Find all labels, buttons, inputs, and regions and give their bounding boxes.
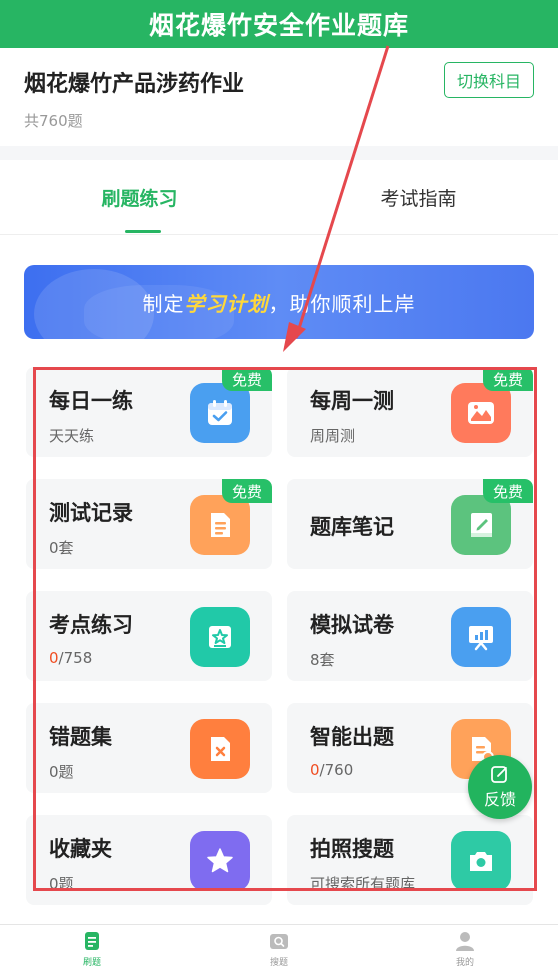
switch-subject-button[interactable]: 切换科目 (444, 62, 534, 98)
nav-label: 搜题 (269, 958, 288, 968)
free-badge: 免费 (222, 367, 272, 391)
feedback-label: 反馈 (483, 790, 516, 809)
card-title: 拍照搜题 (310, 837, 394, 861)
card-title: 模拟试卷 (310, 613, 394, 637)
notebook-pen-icon (451, 495, 511, 555)
card-wrong-questions[interactable]: 错题集 0题 (26, 703, 272, 793)
active-tab-indicator (125, 230, 161, 233)
card-mock-exam[interactable]: 模拟试卷 8套 (287, 591, 533, 681)
free-badge: 免费 (483, 479, 533, 503)
card-title: 错题集 (49, 725, 112, 749)
card-favorites[interactable]: 收藏夹 0题 (26, 815, 272, 905)
user-icon (456, 932, 474, 951)
landscape-chart-icon (451, 383, 511, 443)
card-title: 每周一测 (310, 389, 394, 413)
study-plan-text: 制定学习计划，助你顺利上岸 (142, 291, 416, 316)
card-subtitle: 天天练 (49, 427, 95, 445)
card-subtitle: 0题 (49, 875, 74, 893)
calendar-check-icon (190, 383, 250, 443)
card-title: 收藏夹 (49, 837, 112, 861)
edit-icon (491, 766, 507, 783)
card-title: 智能出题 (310, 725, 394, 749)
star-icon (190, 831, 250, 891)
card-progress: 0/758 (49, 649, 92, 667)
top-banner-title: 烟花爆竹安全作业题库 (148, 11, 409, 40)
nav-label: 刷题 (82, 958, 101, 968)
progress-total: /758 (58, 649, 93, 667)
progress-done: 0 (310, 761, 320, 779)
card-title: 题库笔记 (310, 515, 394, 539)
subject-title: 烟花爆竹产品涉药作业 (24, 72, 245, 97)
camera-icon (451, 831, 511, 891)
nav-item-practice[interactable]: 刷题 (62, 931, 122, 968)
card-question-notes[interactable]: 题库笔记 免费 (287, 479, 533, 569)
card-subtitle: 0题 (49, 763, 74, 781)
card-title: 考点练习 (49, 613, 133, 637)
star-card-icon (190, 607, 250, 667)
card-subtitle: 可搜索所有题库 (310, 875, 416, 893)
card-daily-practice[interactable]: 每日一练 天天练 免费 (26, 367, 272, 457)
card-weekly-test[interactable]: 每周一测 周周测 免费 (287, 367, 533, 457)
card-title: 测试记录 (49, 501, 133, 525)
progress-total: /760 (319, 761, 354, 779)
question-count: 共760题 (24, 112, 83, 130)
tab-practice[interactable]: 刷题练习 (0, 160, 279, 235)
search-photo-icon (270, 934, 288, 949)
card-key-point-practice[interactable]: 考点练习 0/758 (26, 591, 272, 681)
nav-label: 我的 (455, 958, 474, 968)
free-badge: 免费 (483, 367, 533, 391)
study-plan-banner[interactable]: 制定学习计划，助你顺利上岸 (24, 265, 534, 339)
practice-doc-icon (85, 932, 99, 950)
document-icon (190, 495, 250, 555)
nav-item-search[interactable]: 搜题 (249, 931, 309, 968)
feedback-button[interactable]: 反馈 (468, 755, 532, 819)
top-banner: 烟花爆竹安全作业题库 (0, 0, 558, 48)
nav-item-mine[interactable]: 我的 (435, 931, 495, 968)
presentation-board-icon (451, 607, 511, 667)
card-subtitle: 0套 (49, 539, 74, 557)
bottom-nav: 刷题 搜题 我的 (0, 924, 558, 971)
study-plan-highlight: 学习计划 (184, 291, 269, 316)
tab-exam-guide[interactable]: 考试指南 (279, 160, 558, 235)
card-title: 每日一练 (49, 389, 133, 413)
free-badge: 免费 (222, 479, 272, 503)
error-document-icon (190, 719, 250, 779)
card-subtitle: 8套 (310, 651, 335, 669)
card-subtitle: 周周测 (310, 427, 356, 445)
tab-bar: 刷题练习 考试指南 (0, 160, 558, 235)
subject-header: 烟花爆竹产品涉药作业 共760题 切换科目 (0, 48, 558, 146)
progress-done: 0 (49, 649, 59, 667)
card-photo-search[interactable]: 拍照搜题 可搜索所有题库 (287, 815, 533, 905)
card-progress: 0/760 (310, 761, 353, 779)
card-test-records[interactable]: 测试记录 0套 免费 (26, 479, 272, 569)
